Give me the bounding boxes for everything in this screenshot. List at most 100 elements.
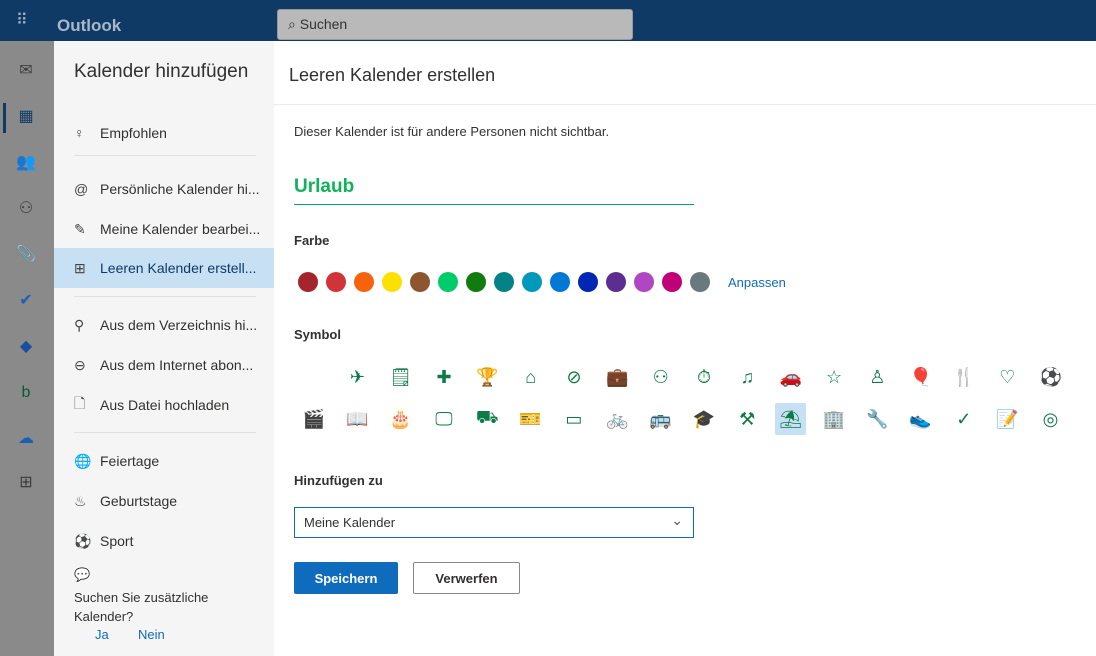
trophy-icon[interactable]: 🏆 bbox=[471, 361, 503, 393]
car-icon[interactable]: 🚗 bbox=[775, 361, 807, 393]
onedrive-icon[interactable]: ☁ bbox=[14, 427, 38, 451]
color-swatch[interactable] bbox=[354, 272, 374, 292]
color-swatch[interactable] bbox=[606, 272, 626, 292]
shoe-icon[interactable]: 👟 bbox=[905, 403, 937, 435]
create-calendar-form: Leeren Kalender erstellen Dieser Kalende… bbox=[274, 41, 1096, 656]
clapperboard-icon[interactable]: 🎬 bbox=[298, 403, 330, 435]
color-swatch[interactable] bbox=[634, 272, 654, 292]
top-bar: ⠿ Outlook ⌕ Suchen bbox=[0, 0, 1096, 41]
nav-from-directory[interactable]: ⚲ Aus dem Verzeichnis hi... bbox=[54, 305, 274, 345]
heart-icon[interactable]: ♡ bbox=[991, 361, 1023, 393]
search-input[interactable]: ⌕ Suchen bbox=[277, 9, 633, 40]
file-upload-icon: 🗋 bbox=[74, 395, 86, 411]
feedback-no-link[interactable]: Nein bbox=[138, 627, 165, 642]
briefcase-icon[interactable]: 💼 bbox=[601, 361, 633, 393]
groups-icon[interactable]: ⚇ bbox=[14, 197, 38, 221]
divider bbox=[74, 432, 256, 433]
nav-sports[interactable]: ⚽ Sport bbox=[54, 521, 274, 561]
chevron-down-icon: ⌄ bbox=[671, 512, 683, 528]
target-icon[interactable]: ◎ bbox=[1035, 403, 1067, 435]
app-title: Outlook bbox=[57, 16, 122, 35]
attachment-icon[interactable]: 📎 bbox=[14, 243, 38, 267]
color-swatch[interactable] bbox=[382, 272, 402, 292]
add-calendar-panel: Kalender hinzufügen ♀ Empfohlen @ Persönli… bbox=[54, 41, 274, 656]
app-launcher-icon[interactable]: ⠿ bbox=[16, 13, 34, 31]
discard-button[interactable]: Verwerfen bbox=[413, 562, 520, 594]
globe-icon: 🌐 bbox=[74, 452, 92, 469]
cake-icon[interactable]: 🎂 bbox=[385, 403, 417, 435]
first-aid-icon[interactable]: ✚ bbox=[428, 361, 460, 393]
color-swatch[interactable] bbox=[662, 272, 682, 292]
people-icon[interactable]: 👥 bbox=[14, 151, 38, 175]
ticket-icon[interactable]: 🎫 bbox=[515, 403, 547, 435]
book-icon[interactable]: 📖 bbox=[341, 403, 373, 435]
color-swatch[interactable] bbox=[466, 272, 486, 292]
color-swatch[interactable] bbox=[494, 272, 514, 292]
calendar-icon[interactable]: ▦ bbox=[14, 105, 38, 129]
notepad-icon[interactable]: 🗒 bbox=[385, 361, 417, 393]
stopwatch-icon[interactable]: ⏱ bbox=[688, 361, 720, 393]
nav-holidays[interactable]: 🌐 Feiertage bbox=[54, 441, 274, 481]
people-search-icon: ⚲ bbox=[74, 316, 85, 333]
checkmark-icon[interactable]: ✓ bbox=[948, 403, 980, 435]
rail-selection-indicator bbox=[3, 103, 6, 133]
bandage-icon[interactable]: ⊘ bbox=[558, 361, 590, 393]
airplane-icon[interactable]: ✈ bbox=[342, 361, 374, 393]
color-swatch[interactable] bbox=[690, 272, 710, 292]
nav-subscribe-web[interactable]: ⊖ Aus dem Internet abon... bbox=[54, 345, 274, 385]
mail-icon[interactable]: ✉ bbox=[14, 59, 38, 83]
calendar-name-input[interactable]: Urlaub bbox=[294, 174, 694, 205]
people-icon[interactable]: ⚇ bbox=[645, 361, 677, 393]
color-swatch[interactable] bbox=[298, 272, 318, 292]
graduation-cap-icon[interactable]: 🎓 bbox=[688, 403, 720, 435]
monitor-icon[interactable]: 🖵 bbox=[428, 403, 460, 435]
cake-icon: ♨ bbox=[74, 492, 87, 509]
dumbbell-icon[interactable]: ⚒ bbox=[731, 403, 763, 435]
food-icon[interactable]: 🍴 bbox=[948, 361, 980, 393]
wrench-icon[interactable]: 🔧 bbox=[861, 403, 893, 435]
lightbulb-icon: ♀ bbox=[74, 125, 85, 141]
cyclist-icon[interactable]: 🚲 bbox=[601, 403, 633, 435]
notes-icon[interactable]: 📝 bbox=[991, 403, 1023, 435]
nav-label: Sport bbox=[100, 533, 134, 549]
music-icon[interactable]: ♫ bbox=[731, 361, 763, 393]
nav-label: Geburtstage bbox=[100, 493, 178, 509]
truck-icon[interactable]: ⛟ bbox=[471, 403, 503, 435]
bus-icon[interactable]: 🚌 bbox=[645, 403, 677, 435]
nav-edit-calendars[interactable]: ✎ Meine Kalender bearbei... bbox=[54, 209, 274, 249]
more-apps-icon[interactable]: ⊞ bbox=[14, 471, 38, 495]
color-swatch[interactable] bbox=[578, 272, 598, 292]
feedback-question: Suchen Sie zusätzliche Kalender? bbox=[74, 590, 209, 624]
beach-icon[interactable]: ⛱ bbox=[774, 403, 807, 435]
soccer-icon[interactable]: ⚽ bbox=[1035, 361, 1067, 393]
star-icon[interactable]: ☆ bbox=[818, 361, 850, 393]
description: Dieser Kalender ist für andere Personen … bbox=[294, 124, 610, 139]
nav-label: Feiertage bbox=[100, 453, 160, 469]
color-swatch[interactable] bbox=[550, 272, 570, 292]
nav-birthdays[interactable]: ♨ Geburtstage bbox=[54, 481, 274, 521]
bing-icon[interactable]: b bbox=[14, 381, 38, 405]
color-swatch[interactable] bbox=[326, 272, 346, 292]
color-swatch[interactable] bbox=[410, 272, 430, 292]
balloons-icon[interactable]: 🎈 bbox=[905, 361, 937, 393]
nav-recommended[interactable]: ♀ Empfohlen bbox=[54, 113, 274, 153]
nav-upload-file[interactable]: 🗋 Aus Datei hochladen bbox=[54, 385, 274, 425]
panel-title: Kalender hinzufügen bbox=[74, 61, 249, 82]
person-icon[interactable]: ♙ bbox=[861, 361, 893, 393]
home-icon[interactable]: ⌂ bbox=[515, 361, 547, 393]
divider bbox=[74, 296, 256, 297]
customize-color-link[interactable]: Anpassen bbox=[728, 275, 786, 290]
skype-icon[interactable]: ◆ bbox=[14, 335, 38, 359]
add-to-dropdown[interactable]: Meine Kalender ⌄ bbox=[294, 507, 694, 538]
feedback-yes-link[interactable]: Ja bbox=[95, 627, 109, 642]
nav-personal-calendars[interactable]: @ Persönliche Kalender hi... bbox=[54, 169, 274, 209]
color-swatch[interactable] bbox=[438, 272, 458, 292]
save-button[interactable]: Speichern bbox=[294, 562, 398, 594]
color-swatch[interactable] bbox=[522, 272, 542, 292]
nav-label: Leeren Kalender erstell... bbox=[100, 260, 257, 276]
building-icon[interactable]: 🏢 bbox=[818, 403, 850, 435]
nav-create-blank-calendar[interactable]: ⊞ Leeren Kalender erstell... bbox=[54, 248, 274, 288]
todo-icon[interactable]: ✔ bbox=[14, 289, 38, 313]
credit-card-icon[interactable]: ▭ bbox=[558, 403, 590, 435]
calendar-add-icon: ⊞ bbox=[74, 259, 86, 276]
